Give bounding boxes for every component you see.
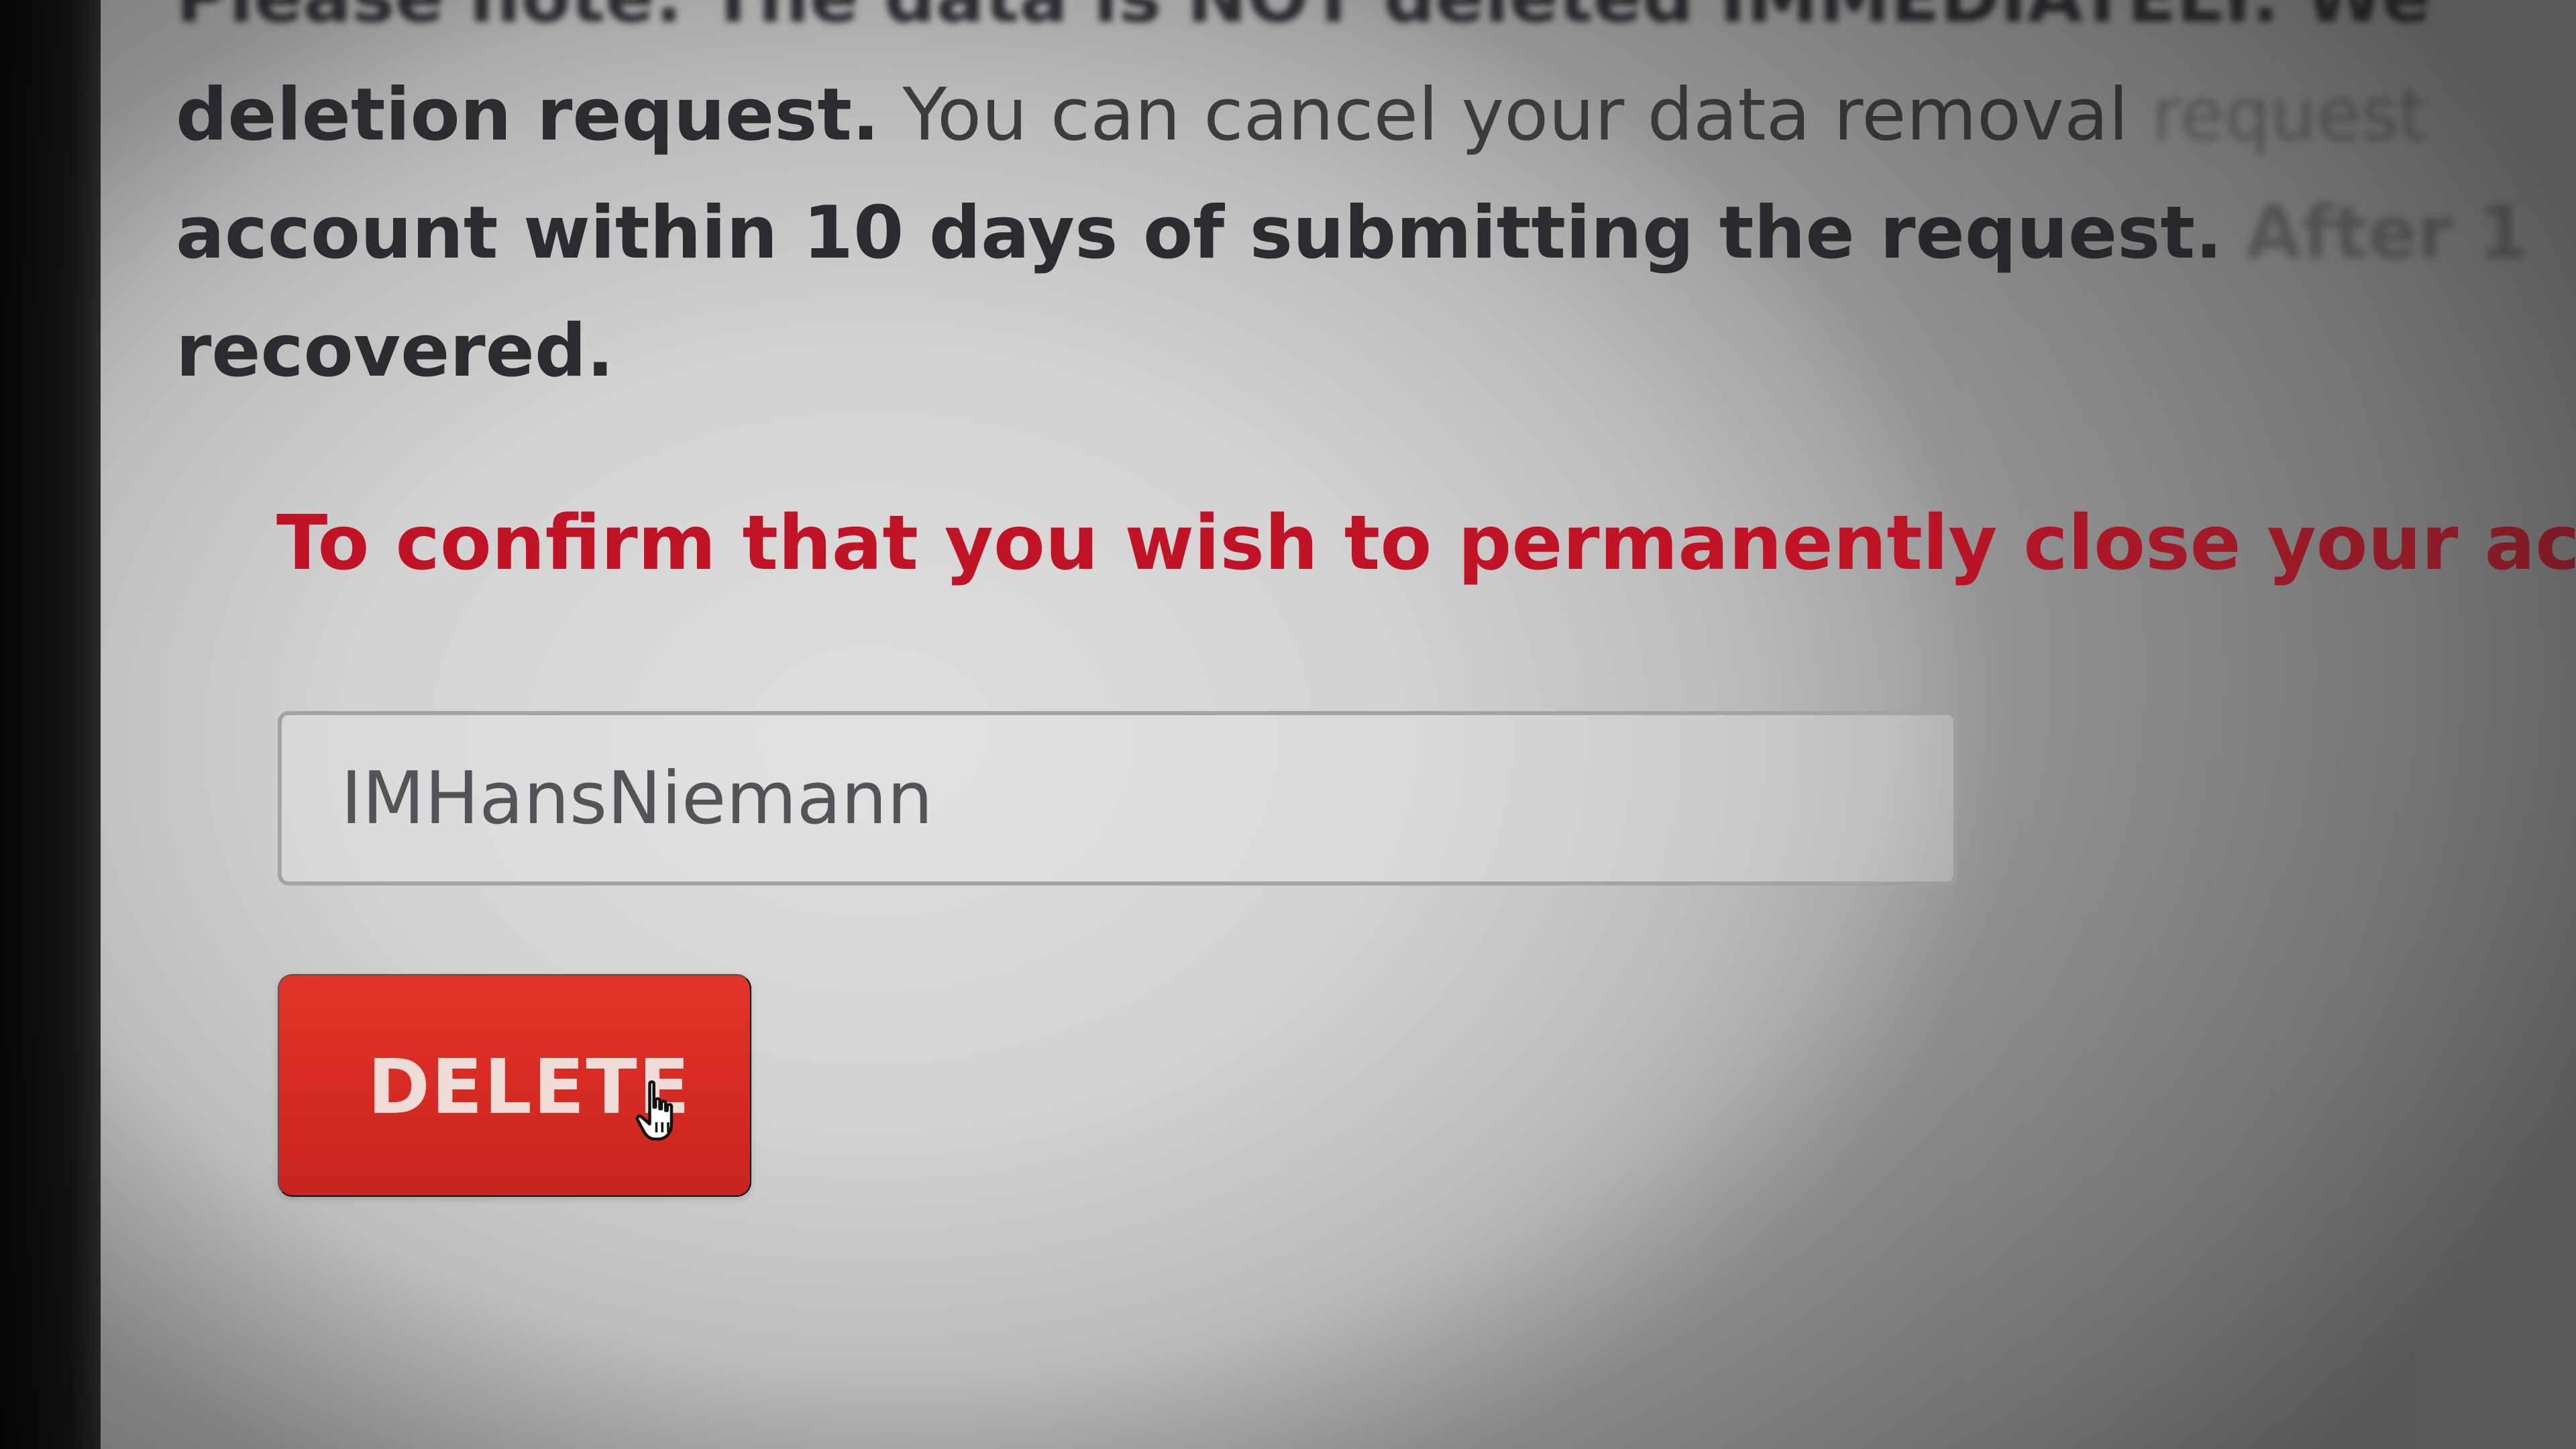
notice-ten-days-text: account within 10 days of submitting the…: [176, 191, 2223, 275]
deletion-notice: Please note: The data is NOT deleted IMM…: [176, 0, 2576, 411]
notice-after-text-faded: After 1: [2245, 191, 2528, 275]
notice-line-1: Please note: The data is NOT deleted IMM…: [176, 0, 2576, 56]
confirm-instruction: To confirm that you wish to permanently …: [276, 500, 2576, 587]
screen: Please note: The data is NOT deleted IMM…: [0, 0, 2576, 1449]
notice-line-3: account within 10 days of submitting the…: [176, 174, 2576, 292]
notice-line-4: recovered.: [176, 292, 2576, 411]
notice-cancel-text-faded: request: [2151, 73, 2427, 157]
hand-pointer-icon: [635, 1080, 674, 1141]
notice-line-2: deletion request. You can cancel your da…: [176, 56, 2576, 174]
monitor-bezel: [0, 0, 101, 1449]
notice-deletion-request-text: deletion request.: [176, 73, 880, 157]
notice-cancel-text: You can cancel your data removal: [902, 73, 2129, 157]
notice-recovered-text: recovered.: [176, 309, 614, 393]
username-confirm-input[interactable]: [278, 711, 1957, 885]
